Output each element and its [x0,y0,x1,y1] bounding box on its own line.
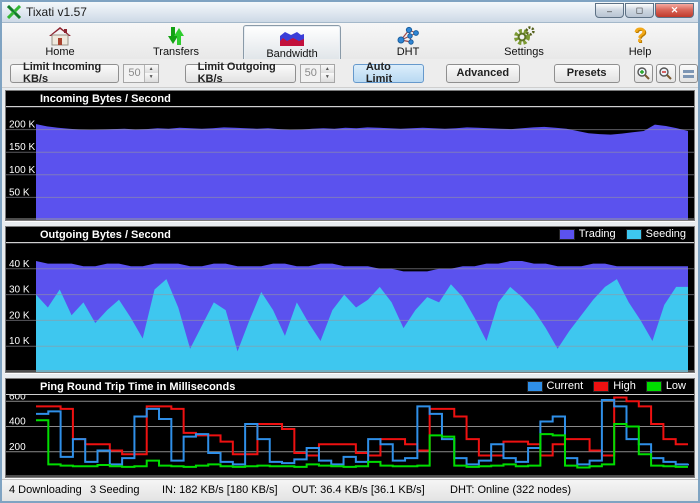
zoom-in-button[interactable] [634,64,653,83]
svg-text:50 K: 50 K [9,187,30,198]
high-legend-swatch [593,381,609,392]
zoom-in-icon [636,66,651,81]
tab-dht[interactable]: DHT [350,23,466,59]
ping-graph-chart: 600 400 200 [6,395,694,477]
title-bar[interactable]: Tixati v1.57 – ◻ ✕ [2,2,698,23]
tixati-logo-icon [7,5,21,19]
limits-toolbar: Limit Incoming KB/s 50 ▲ ▼ Limit Outgoin… [2,59,698,88]
svg-text:20 K: 20 K [9,310,30,321]
main-toolbar: Home Transfers [2,23,698,59]
close-button[interactable]: ✕ [655,3,694,18]
svg-text:100 K: 100 K [9,165,35,176]
svg-text:150 K: 150 K [9,142,35,153]
outgoing-graph-panel: Outgoing Bytes / Second Trading Seeding … [5,226,695,373]
status-in-rate: IN: 182 KB/s [180 KB/s] [162,484,278,496]
incoming-limit-spinner[interactable]: 50 ▲ ▼ [123,64,158,83]
spin-down-icon[interactable]: ▼ [321,73,334,82]
ping-graph-header: Ping Round Trip Time in Milliseconds Cur… [6,379,694,395]
bandwidth-icon [279,27,305,48]
tab-settings[interactable]: Settings [466,23,582,59]
tab-dht-label: DHT [397,46,420,58]
settings-icon [512,25,536,46]
tab-help-label: Help [629,46,652,58]
tab-transfers-label: Transfers [153,46,199,58]
auto-limit-button[interactable]: Auto Limit [353,64,424,83]
tab-transfers[interactable]: Transfers [118,23,234,59]
svg-text:200 K: 200 K [9,120,35,131]
svg-text:200: 200 [9,442,26,453]
high-legend-label: High [613,380,636,392]
svg-text:600: 600 [9,395,26,402]
ping-graph-legend: Current High Low [527,380,687,392]
svg-text:30 K: 30 K [9,285,30,296]
outgoing-graph-title: Outgoing Bytes / Second [40,229,171,241]
status-seeding: 3 Seeding [90,484,140,496]
zoom-out-button[interactable] [656,64,675,83]
incoming-graph-header: Incoming Bytes / Second [6,91,694,107]
spin-down-icon[interactable]: ▼ [145,73,158,82]
status-bar: 4 Downloading 3 Seeding IN: 182 KB/s [18… [2,479,698,501]
maximize-button[interactable]: ◻ [625,3,654,18]
svg-text:10 K: 10 K [9,336,30,347]
incoming-graph-title: Incoming Bytes / Second [40,93,171,105]
incoming-graph-panel: Incoming Bytes / Second 250 K 200 K 150 K 1… [5,90,695,221]
presets-button[interactable]: Presets [554,64,620,83]
status-downloading: 4 Downloading [9,484,82,496]
limit-outgoing-button[interactable]: Limit Outgoing KB/s [185,64,296,83]
window-title: Tixati v1.57 [26,5,87,19]
ping-graph-title: Ping Round Trip Time in Milliseconds [40,381,235,393]
limit-incoming-button[interactable]: Limit Incoming KB/s [10,64,119,83]
outgoing-limit-value: 50 [301,67,320,79]
tab-help[interactable]: ? Help [582,23,698,59]
spin-up-icon[interactable]: ▲ [321,65,334,74]
incoming-limit-value: 50 [124,67,143,79]
app-window: Tixati v1.57 – ◻ ✕ Home [0,0,700,503]
status-out-rate: OUT: 36.4 KB/s [36.1 KB/s] [292,484,425,496]
minimize-button[interactable]: – [595,3,624,18]
current-legend-swatch [527,381,543,392]
outgoing-graph-legend: Trading Seeding [559,228,686,240]
tab-settings-label: Settings [504,46,544,58]
current-legend-label: Current [547,380,584,392]
spin-up-icon[interactable]: ▲ [145,65,158,74]
tab-home[interactable]: Home [2,23,118,59]
tab-home-label: Home [45,46,74,58]
outgoing-graph-chart: 50 K 40 K 30 K 20 K 10 K [6,243,694,372]
svg-text:250 K: 250 K [9,107,35,108]
graph-options-button[interactable] [679,64,698,83]
dht-icon [396,25,420,46]
home-icon [48,25,72,46]
svg-text:50 K: 50 K [9,243,30,244]
advanced-button[interactable]: Advanced [446,64,520,83]
transfers-icon [164,25,188,46]
svg-text:40 K: 40 K [9,259,30,270]
low-legend-swatch [646,381,662,392]
seeding-legend-swatch [626,229,642,240]
status-dht: DHT: Online (322 nodes) [450,484,571,496]
trading-legend-swatch [559,229,575,240]
graph-options-icon [681,66,696,81]
tab-bandwidth[interactable]: Bandwidth [234,23,350,59]
low-legend-label: Low [666,380,686,392]
ping-graph-panel: Ping Round Trip Time in Milliseconds Cur… [5,378,695,478]
outgoing-limit-spinner[interactable]: 50 ▲ ▼ [300,64,335,83]
svg-text:400: 400 [9,417,26,428]
help-icon: ? [634,25,647,46]
outgoing-graph-header: Outgoing Bytes / Second Trading Seeding [6,227,694,243]
zoom-out-icon [658,66,673,81]
seeding-legend-label: Seeding [646,228,686,240]
trading-legend-label: Trading [579,228,616,240]
incoming-graph-chart: 250 K 200 K 150 K 100 K 50 K [6,107,694,220]
